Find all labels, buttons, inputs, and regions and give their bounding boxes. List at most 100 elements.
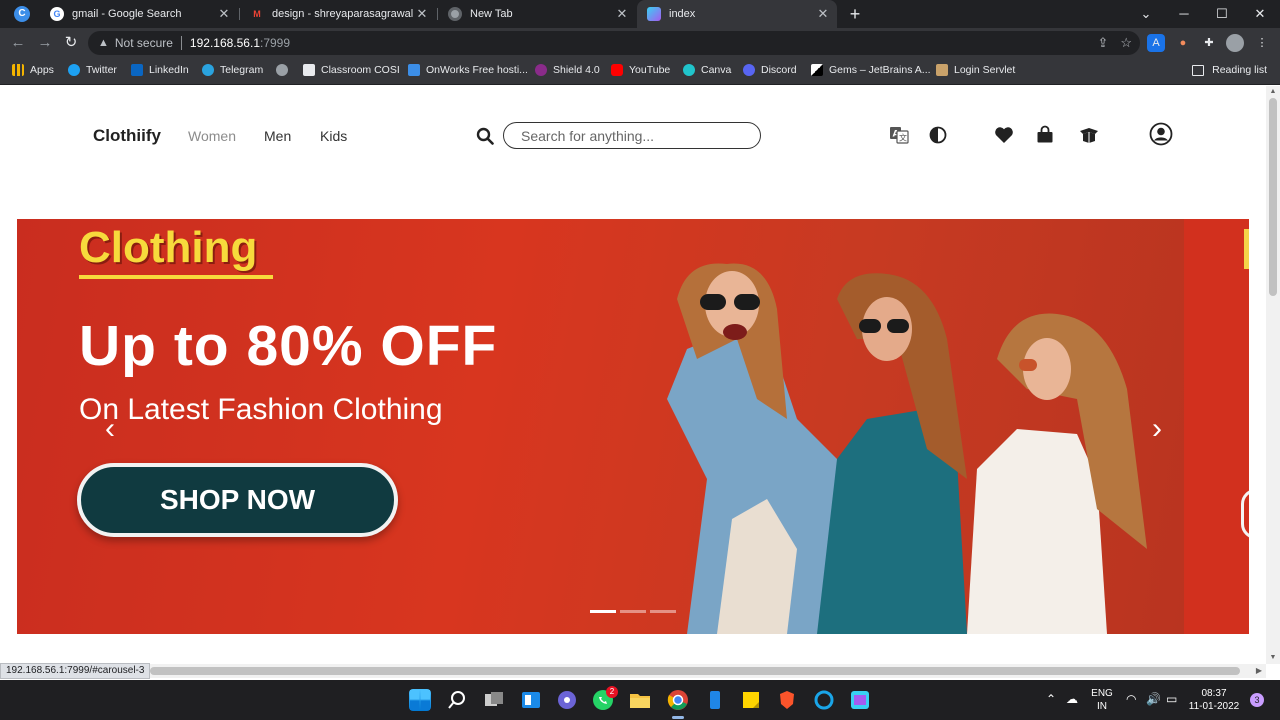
start-icon[interactable]	[409, 689, 431, 711]
tab-index[interactable]: index ✕	[637, 0, 837, 28]
bookmark-twitter[interactable]: Twitter	[68, 64, 117, 76]
bookmark-jetbrains[interactable]: Gems – JetBrains A...	[811, 64, 931, 76]
tab-gmail-search[interactable]: G gmail - Google Search ✕	[40, 0, 238, 28]
sticky-notes-icon[interactable]	[740, 689, 762, 711]
scrollbar-thumb[interactable]	[150, 667, 1240, 675]
bookmark-youtube[interactable]: YouTube	[611, 64, 670, 76]
search-icon[interactable]	[446, 689, 468, 711]
back-icon[interactable]: ←	[9, 34, 27, 52]
notification-badge[interactable]: 3	[1250, 693, 1264, 707]
bookmark-onworks[interactable]: OnWorks Free hosti...	[408, 64, 528, 76]
extension-icon[interactable]: ●	[1174, 34, 1192, 52]
scroll-right-icon[interactable]: ▶	[1256, 666, 1262, 675]
widgets-icon[interactable]	[520, 689, 542, 711]
file-explorer-icon[interactable]	[629, 689, 651, 711]
url-port: :7999	[260, 36, 291, 50]
tray-expand-icon[interactable]: ⌃	[1046, 693, 1056, 706]
nav-kids[interactable]: Kids	[320, 128, 347, 144]
volume-icon[interactable]: 🔊	[1146, 693, 1161, 706]
puzzle-icon[interactable]: ✚	[1200, 34, 1218, 52]
bookmark-globe[interactable]	[276, 64, 294, 76]
battery-icon[interactable]: ▭	[1166, 693, 1177, 706]
close-tab-icon[interactable]: ✕	[815, 6, 831, 22]
translate-extension-icon[interactable]: A	[1147, 34, 1165, 52]
search-input[interactable]	[503, 122, 761, 149]
nav-women[interactable]: Women	[188, 128, 236, 144]
user-icon[interactable]	[1149, 122, 1173, 146]
tab-title: design - shreyaparasagrawal@gmail.com	[272, 8, 414, 20]
brave-icon[interactable]	[776, 689, 798, 711]
teams-chat-icon[interactable]	[556, 689, 578, 711]
search-icon[interactable]	[476, 127, 494, 145]
hero-headline: Up to 80% OFF	[79, 314, 498, 378]
close-tab-icon[interactable]: ✕	[414, 6, 430, 22]
brand-logo[interactable]: Clothiify	[93, 126, 161, 146]
youtube-icon	[611, 64, 623, 76]
reload-icon[interactable]: ↻	[62, 34, 80, 52]
vertical-scrollbar[interactable]: ▲ ▼	[1266, 86, 1280, 664]
nav-men[interactable]: Men	[264, 128, 291, 144]
profile-icon[interactable]: C	[14, 6, 30, 22]
carousel-slide: Clothing Up to 80% OFF On Latest Fashion…	[17, 219, 1184, 634]
tab-new-tab[interactable]: New Tab ✕	[438, 0, 636, 28]
tab-gmail-design[interactable]: M design - shreyaparasagrawal@gmail.com …	[240, 0, 436, 28]
close-window-button[interactable]: ✕	[1241, 0, 1279, 28]
share-icon[interactable]: ⇪	[1097, 35, 1108, 51]
bookmark-classroom[interactable]: Classroom COSI	[303, 64, 400, 76]
divider	[180, 36, 182, 50]
reading-list[interactable]: Reading list	[1192, 64, 1267, 76]
bookmark-discord[interactable]: Discord	[743, 64, 797, 76]
shopping-bag-icon[interactable]	[1034, 124, 1056, 146]
bookmark-telegram[interactable]: Telegram	[202, 64, 263, 76]
box-icon[interactable]	[1078, 124, 1100, 146]
contrast-icon[interactable]	[927, 124, 949, 146]
menu-icon[interactable]: ⋮	[1253, 34, 1271, 52]
telegram-icon	[202, 64, 214, 76]
wifi-icon[interactable]: ◠	[1126, 693, 1136, 706]
scrollbar-thumb[interactable]	[1269, 98, 1277, 296]
onworks-icon	[408, 64, 420, 76]
shop-now-button[interactable]: SHOP NOW	[77, 463, 398, 537]
heart-icon[interactable]	[993, 124, 1015, 146]
onedrive-icon[interactable]: ☁	[1066, 693, 1078, 706]
maximize-button[interactable]: ☐	[1203, 0, 1241, 28]
carousel-indicator-3[interactable]	[650, 610, 676, 613]
url-host: 192.168.56.1	[189, 36, 260, 50]
carousel-next-slide-peek	[1184, 219, 1249, 634]
active-app-underline	[672, 716, 684, 719]
address-bar[interactable]: ▲ Not secure 192.168.56.1 :7999 ⇪ ☆	[88, 31, 1140, 55]
tab-search-icon[interactable]: ⌄	[1127, 0, 1165, 28]
vs-code-icon[interactable]	[849, 689, 871, 711]
task-view-icon[interactable]	[483, 689, 505, 711]
bookmark-apps[interactable]: Apps	[12, 64, 54, 76]
bookmark-shield[interactable]: Shield 4.0	[535, 64, 600, 76]
minimize-button[interactable]: ─	[1165, 0, 1203, 28]
bookmark-linkedin[interactable]: LinkedIn	[131, 64, 189, 76]
forward-icon[interactable]: →	[36, 34, 54, 52]
new-tab-button[interactable]: +	[845, 4, 865, 24]
translate-icon[interactable]: A 文	[888, 124, 910, 146]
globe-icon	[276, 64, 288, 76]
horizontal-scrollbar[interactable]: ▶	[0, 664, 1266, 678]
carousel-prev-icon[interactable]: ‹	[95, 409, 125, 449]
scroll-down-icon[interactable]: ▼	[1269, 654, 1277, 662]
clock[interactable]: 08:37 11-01-2022	[1186, 687, 1242, 713]
avatar[interactable]	[1226, 34, 1244, 52]
tab-title: gmail - Google Search	[72, 8, 182, 20]
warning-icon: ▲	[98, 37, 109, 49]
chrome-icon[interactable]	[667, 689, 689, 711]
servlet-icon	[936, 64, 948, 76]
language-indicator[interactable]: ENG IN	[1090, 687, 1114, 713]
carousel-next-icon[interactable]: ›	[1142, 409, 1172, 449]
carousel-indicator-2[interactable]	[620, 610, 646, 613]
close-tab-icon[interactable]: ✕	[614, 6, 630, 22]
cortana-icon[interactable]	[813, 689, 835, 711]
bookmark-login-servlet[interactable]: Login Servlet	[936, 64, 1015, 76]
scroll-up-icon[interactable]: ▲	[1269, 88, 1277, 96]
close-tab-icon[interactable]: ✕	[216, 6, 232, 22]
jetbrains-icon	[811, 64, 823, 76]
bookmark-star-icon[interactable]: ☆	[1120, 35, 1132, 51]
bookmark-canva[interactable]: Canva	[683, 64, 731, 76]
phone-link-icon[interactable]	[704, 689, 726, 711]
carousel-indicator-1[interactable]	[590, 610, 616, 613]
